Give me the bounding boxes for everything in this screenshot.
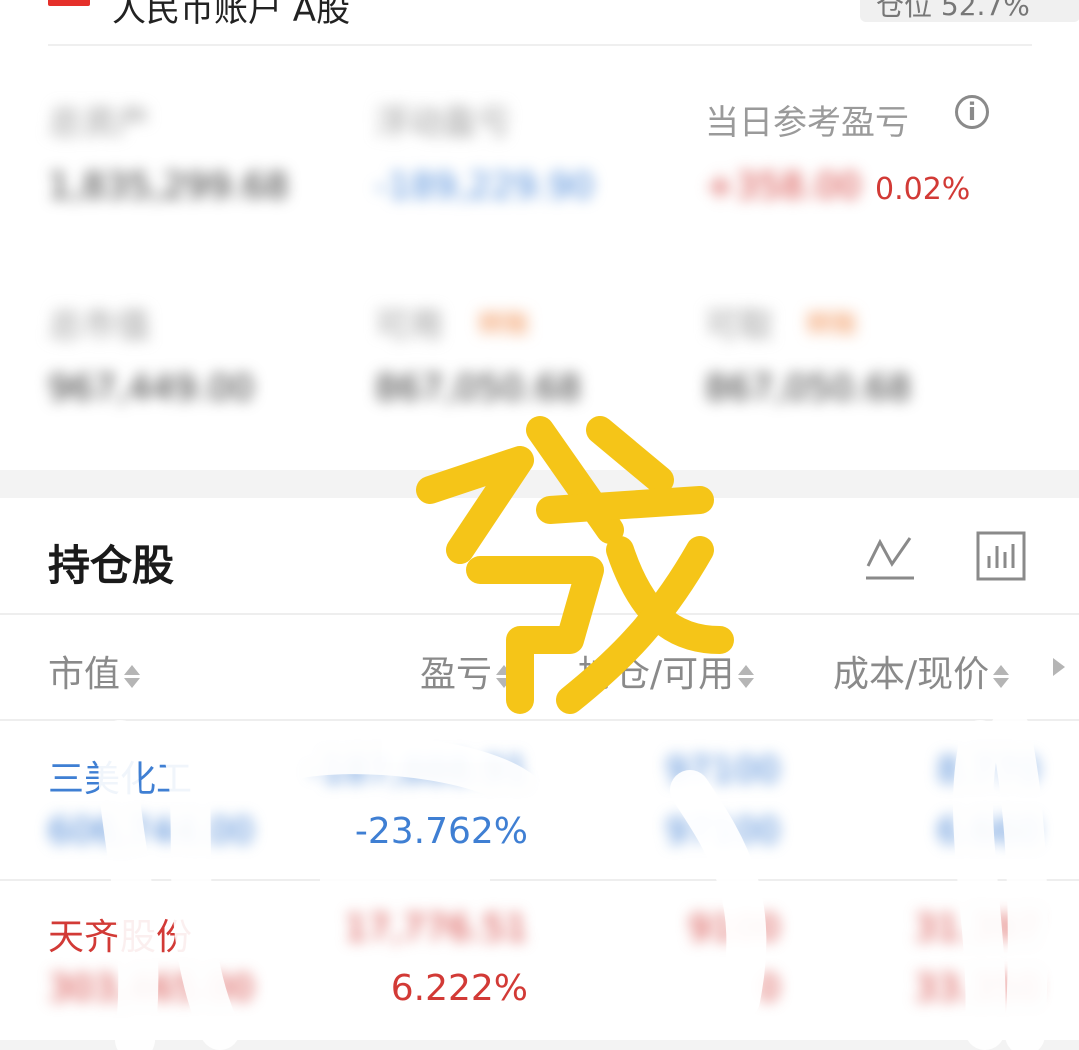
trend-chart-icon[interactable] bbox=[864, 530, 916, 582]
market-value-label: 总市值 bbox=[48, 306, 150, 346]
stock-position: 97100 bbox=[665, 750, 780, 791]
column-market-value-label: 市值 bbox=[48, 654, 121, 695]
today-pnl-percent: 0.02% bbox=[875, 172, 971, 207]
holdings-title: 持仓股 bbox=[48, 541, 175, 590]
stock-name[interactable]: 天齐股份 bbox=[48, 908, 192, 960]
column-cost-price-label: 成本/现价 bbox=[833, 654, 990, 695]
total-assets-value: 1,835,299.68 bbox=[48, 166, 289, 207]
stock-market-value: 303,465.00 bbox=[48, 968, 255, 1009]
stock-available: 97100 bbox=[665, 811, 780, 852]
stock-pnl-percent: 6.222% bbox=[390, 968, 528, 1009]
column-cost-price[interactable]: 成本/现价 bbox=[833, 645, 1010, 697]
header-divider bbox=[48, 44, 1032, 46]
account-flag-icon bbox=[48, 0, 90, 6]
table-row[interactable] bbox=[0, 881, 1079, 1039]
available-transfer-badge[interactable]: 转账 bbox=[478, 304, 530, 341]
stock-name[interactable]: 三美化工 bbox=[48, 750, 192, 802]
stock-pnl: 17,776.51 bbox=[344, 908, 528, 949]
stock-pnl: -187,888.91 bbox=[308, 750, 528, 791]
stock-current-price: 33.350 bbox=[914, 968, 1040, 1009]
today-pnl-label: 当日参考盈亏 bbox=[705, 103, 909, 143]
sort-icon bbox=[738, 664, 755, 688]
withdrawable-label: 可取 bbox=[705, 306, 773, 346]
sort-icon bbox=[993, 664, 1010, 688]
market-value-value: 967,449.00 bbox=[48, 368, 255, 409]
total-assets-label: 总资产 bbox=[48, 103, 150, 143]
today-pnl-value: +358.00 bbox=[705, 166, 862, 207]
bottom-separator bbox=[0, 1040, 1079, 1050]
floating-pnl-value: -189,229.90 bbox=[375, 166, 595, 207]
stock-cost: 31.397 bbox=[914, 908, 1040, 949]
position-ratio-label: 仓位 52.7% bbox=[876, 0, 1030, 22]
stock-pnl-percent: -23.762% bbox=[354, 811, 528, 852]
stock-market-value: 606,744.00 bbox=[48, 811, 255, 852]
available-label: 可用 bbox=[375, 306, 443, 346]
watermark-fa-glyph bbox=[416, 416, 734, 714]
stock-available: 0 bbox=[757, 968, 780, 1009]
bar-chart-icon[interactable] bbox=[975, 530, 1027, 582]
scroll-columns-arrow-icon[interactable] bbox=[1053, 658, 1065, 676]
withdrawable-transfer-badge[interactable]: 转账 bbox=[806, 304, 858, 341]
column-market-value[interactable]: 市值 bbox=[48, 645, 141, 697]
stock-cost: 8.770 bbox=[936, 750, 1040, 791]
stock-current-price: 6.660 bbox=[936, 811, 1040, 852]
sort-icon bbox=[124, 664, 141, 688]
stock-position: 9100 bbox=[688, 908, 780, 949]
info-icon[interactable]: i bbox=[955, 95, 989, 129]
floating-pnl-label: 浮动盈亏 bbox=[375, 103, 511, 143]
account-title[interactable]: 人民币账户 A股 bbox=[112, 0, 350, 31]
position-ratio-chip[interactable]: 仓位 52.7% bbox=[860, 0, 1079, 22]
